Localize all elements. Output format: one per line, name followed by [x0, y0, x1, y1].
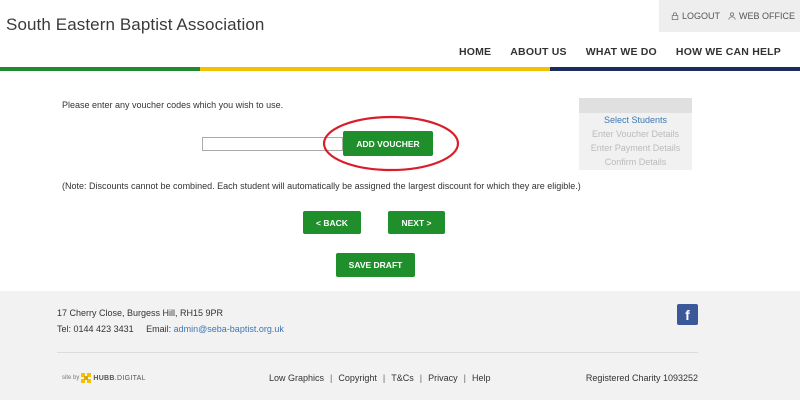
tel-label: Tel:	[57, 324, 72, 334]
stripe-navy	[550, 67, 800, 71]
logout-label: LOGOUT	[682, 11, 721, 21]
email-label: Email:	[146, 324, 172, 334]
footer-link-separator: |	[463, 373, 466, 383]
footer-address: 17 Cherry Close, Burgess Hill, RH15 9PR	[57, 308, 224, 318]
highlight-ellipse	[322, 115, 460, 172]
footer-link-copyright[interactable]: Copyright	[338, 373, 377, 383]
next-button[interactable]: NEXT >	[388, 211, 445, 234]
nav-home[interactable]: HOME	[459, 46, 491, 58]
steps-header	[579, 98, 692, 113]
lock-icon	[671, 12, 679, 20]
voucher-intro-text: Please enter any voucher codes which you…	[62, 100, 284, 110]
hubb-brand-name: HUBB	[93, 374, 115, 382]
nav-how-we-can-help[interactable]: HOW WE CAN HELP	[676, 46, 781, 58]
site-footer: 17 Cherry Close, Burgess Hill, RH15 9PR …	[0, 291, 800, 400]
footer-links: Low Graphics | Copyright | T&Cs | Privac…	[269, 373, 490, 383]
web-office-link[interactable]: WEB OFFICE	[728, 11, 795, 21]
color-stripe	[0, 67, 800, 71]
site-by-label: site by	[62, 375, 80, 381]
hubb-brand-suffix: .DIGITAL	[114, 374, 146, 382]
footer-link-low-graphics[interactable]: Low Graphics	[269, 373, 324, 383]
footer-contact: Tel: 0144 423 3431 Email: admin@seba-bap…	[57, 324, 284, 334]
nav-about-us[interactable]: ABOUT US	[510, 46, 566, 58]
web-office-label: WEB OFFICE	[739, 11, 795, 21]
footer-link-tcs[interactable]: T&Cs	[391, 373, 414, 383]
tel-number: 0144 423 3431	[73, 324, 134, 334]
logout-link[interactable]: LOGOUT	[671, 11, 720, 21]
utility-bar: LOGOUT WEB OFFICE	[659, 0, 800, 32]
progress-steps: Select Students Enter Voucher Details En…	[579, 98, 692, 170]
stripe-yellow	[200, 67, 550, 71]
footer-divider	[57, 352, 698, 353]
registered-charity: Registered Charity 1093252	[585, 373, 698, 383]
nav-what-we-do[interactable]: WHAT WE DO	[586, 46, 657, 58]
email-link[interactable]: admin@seba-baptist.org.uk	[174, 324, 284, 334]
main-nav: HOME ABOUT US WHAT WE DO HOW WE CAN HELP	[459, 46, 800, 58]
save-draft-button[interactable]: SAVE DRAFT	[336, 253, 415, 277]
footer-link-separator: |	[330, 373, 333, 383]
step-enter-voucher-details: Enter Voucher Details	[591, 129, 680, 139]
footer-link-privacy[interactable]: Privacy	[428, 373, 458, 383]
step-confirm-details: Confirm Details	[604, 157, 667, 167]
hubb-brand: HUBB.DIGITAL	[93, 375, 145, 382]
back-button[interactable]: < BACK	[303, 211, 361, 234]
footer-link-separator: |	[382, 373, 386, 383]
discount-note: (Note: Discounts cannot be combined. Eac…	[62, 181, 581, 191]
site-by-credit[interactable]: site by HUBB.DIGITAL	[62, 373, 146, 383]
footer-link-separator: |	[419, 373, 423, 383]
hubb-logo-icon	[81, 373, 92, 383]
stripe-green	[0, 67, 200, 71]
facebook-icon[interactable]: f	[677, 304, 698, 325]
user-icon	[728, 12, 736, 20]
footer-link-help[interactable]: Help	[472, 373, 491, 383]
step-enter-payment-details: Enter Payment Details	[590, 143, 681, 153]
site-title[interactable]: South Eastern Baptist Association	[6, 15, 264, 35]
site-header: South Eastern Baptist Association LOGOUT…	[0, 0, 800, 71]
step-select-students[interactable]: Select Students	[579, 113, 692, 127]
